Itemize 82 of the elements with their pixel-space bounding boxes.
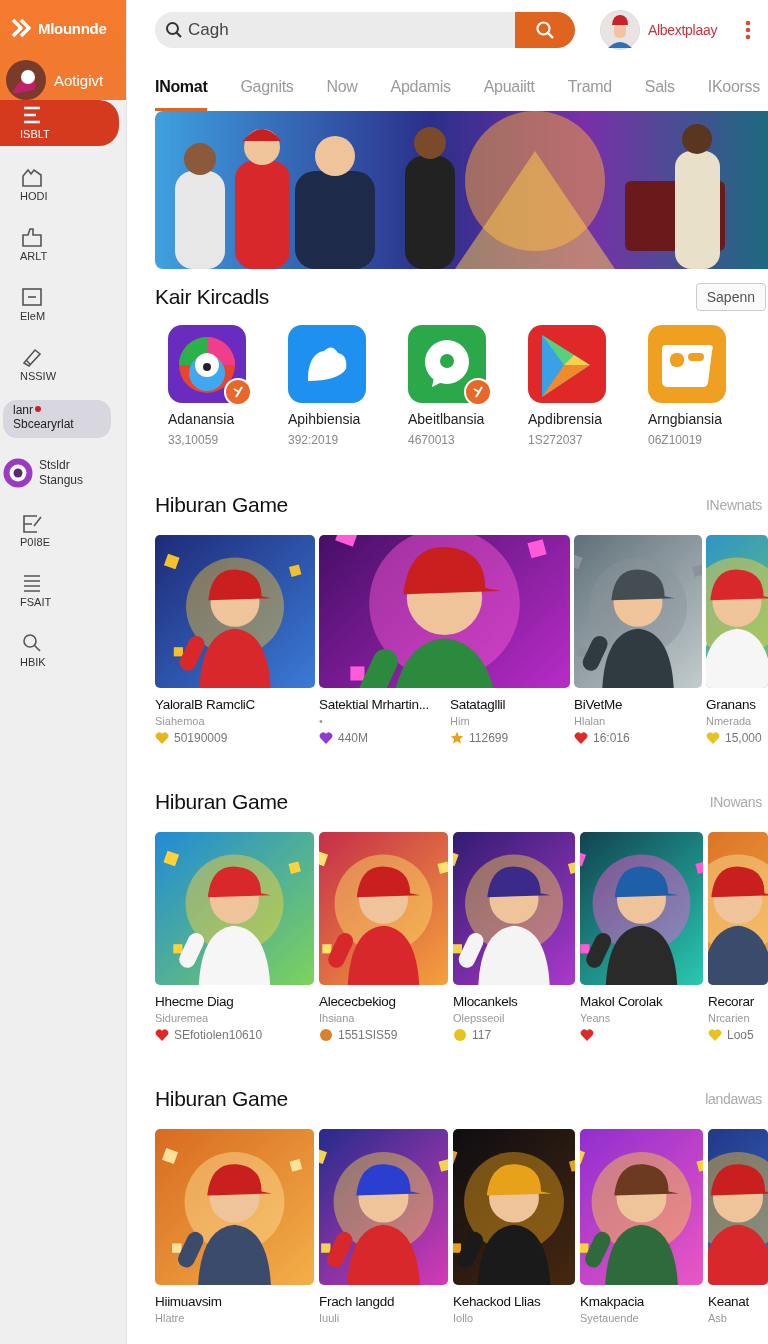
game-stat: 440M (338, 731, 369, 745)
section-title: Hiburan Game (155, 790, 288, 814)
app-name: Arngbiansia (648, 411, 723, 427)
nav-item[interactable]: ISBLT (0, 100, 119, 146)
game-title[interactable]: Recorar (708, 994, 768, 1009)
app-name: Apdibrensia (528, 411, 603, 427)
chevron-logo-icon (10, 17, 32, 39)
game-stat: 50190009 (174, 731, 228, 745)
app-icon[interactable] (168, 325, 246, 403)
app-count: 33,10059 (168, 433, 220, 447)
game-title[interactable]: Keanat (708, 1294, 768, 1309)
nav-item[interactable]: HBIK (0, 625, 126, 672)
game-subtitle: Asb (708, 1312, 728, 1324)
game-stat: 15,000 (725, 731, 762, 745)
game-title[interactable]: Kehackod Llias (453, 1294, 575, 1309)
game-subtitle: Nrcarien (708, 1012, 751, 1024)
game-stat: 117 (472, 1028, 492, 1042)
search-button[interactable] (515, 12, 575, 48)
game-title[interactable]: Mlocankels (453, 994, 575, 1009)
avatar-icon[interactable] (6, 60, 46, 100)
category-chip[interactable]: lanr Sbcearyrlat (3, 400, 111, 438)
game-subtitle: Siduremea (155, 1012, 210, 1024)
nav-item[interactable]: ARLT (0, 220, 126, 266)
game-stat: 16:016 (593, 731, 630, 745)
game-stat: 1551SIS59 (338, 1028, 398, 1042)
game-title[interactable]: Hiimuavsim (155, 1294, 314, 1309)
game-title[interactable]: BiVetMe (574, 697, 702, 712)
game-title[interactable]: Granans (706, 697, 768, 712)
section-title: Hiburan Game (155, 1087, 288, 1111)
app-count: 06Z10019 (648, 433, 704, 447)
game-stat: Loo5 (727, 1028, 754, 1042)
more-icon[interactable] (745, 20, 751, 40)
game-subtitle: Iuuli (319, 1312, 341, 1324)
minus-icon (20, 286, 44, 308)
app-name: Apihbiensia (288, 411, 362, 427)
game-subtitle: • (319, 715, 324, 727)
search-icon (535, 20, 555, 40)
app-count: 1S272037 (528, 433, 584, 447)
game-title[interactable]: Alececbekiog (319, 994, 448, 1009)
app-icon[interactable] (288, 325, 366, 403)
game-subtitle: Yeans (580, 1012, 612, 1024)
game-subtitle: Olepsseoil (453, 1012, 506, 1024)
app-icon[interactable] (408, 325, 486, 403)
game-subtitle: Iollo (453, 1312, 475, 1324)
nav-item[interactable]: HODI (0, 160, 126, 206)
app-name: Mlounnde (38, 19, 107, 37)
game-subtitle: Nmerada (706, 715, 753, 727)
game-subtitle: Hlatre (155, 1312, 186, 1324)
game-title[interactable]: Frach langdd (319, 1294, 448, 1309)
game-subtitle: Him (450, 715, 471, 727)
game-title[interactable]: Makol Corolak (580, 994, 703, 1009)
nav-item[interactable]: FSAIT (0, 565, 126, 612)
home-icon (20, 166, 44, 188)
avatar-icon[interactable] (600, 10, 640, 50)
nav-item[interactable]: P0I8E (0, 505, 126, 552)
nav-item[interactable]: NSSIW (0, 340, 126, 386)
app-name: Adanansia (168, 411, 236, 427)
section-title: Kair Kircadls (155, 285, 269, 309)
nav-item[interactable]: EleM (0, 280, 126, 326)
game-subtitle: Ihsiana (319, 1012, 356, 1024)
search-icon (165, 21, 183, 39)
game-subtitle: Syetauende (580, 1312, 640, 1324)
profile-name: Aotigivt (54, 71, 104, 89)
game-stat: 112699 (469, 731, 509, 745)
search-field[interactable]: Cagh (155, 12, 515, 48)
app-count: 4670013 (408, 433, 456, 447)
game-stat: SEfotiolen10610 (174, 1028, 263, 1042)
app-count: 392:2019 (288, 433, 340, 447)
game-title[interactable]: Kmakpacia (580, 1294, 703, 1309)
channel-item[interactable]: Stsldr Stangus (0, 457, 126, 488)
game-title[interactable]: Satektial Mrhartin... (319, 697, 446, 712)
app-icon[interactable] (528, 325, 606, 403)
game-title[interactable]: Hhecme Diag (155, 994, 314, 1009)
game-title[interactable]: YaloralB RamcliC (155, 697, 315, 712)
game-subtitle: Hlalan (574, 715, 607, 727)
ring-icon (3, 457, 33, 488)
see-all-button[interactable]: Sapenn (695, 283, 766, 311)
game-title[interactable]: Satatagllil (450, 697, 570, 712)
app-name: Abeitlbansia (408, 411, 486, 427)
game-subtitle: Siahemoa (155, 715, 206, 727)
user-name[interactable]: Albextplaay (648, 22, 718, 38)
section-title: Hiburan Game (155, 493, 288, 517)
